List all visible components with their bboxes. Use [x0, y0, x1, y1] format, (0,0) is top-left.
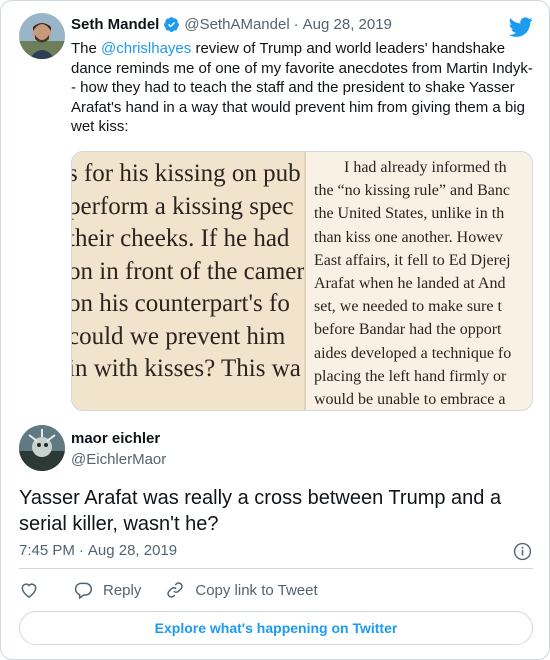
tweet-date[interactable]: Aug 28, 2019	[88, 542, 177, 559]
tweet-text: Yasser Arafat was really a cross between…	[19, 487, 502, 535]
book-line: before Bandar had the opport	[314, 321, 502, 339]
verified-badge-icon	[164, 17, 180, 32]
separator-dot: ·	[78, 542, 84, 559]
maor-eichler-avatar[interactable]	[19, 425, 65, 471]
book-line: I had already informed th	[344, 159, 507, 176]
embedded-tweet-card: Seth Mandel @SethAMandel · Aug 28, 2019 …	[0, 0, 550, 660]
book-line: could we prevent him	[72, 322, 286, 350]
book-line: would be unable to embrace a	[314, 391, 506, 409]
book-line: set, we needed to make sure t	[314, 298, 502, 316]
quoted-author-handle[interactable]: @SethAMandel	[184, 16, 289, 33]
heart-icon	[21, 583, 37, 598]
reply-bubble-icon	[74, 582, 93, 600]
quoted-author-name[interactable]: Seth Mandel	[71, 16, 159, 33]
link-icon	[167, 582, 184, 598]
info-icon[interactable]	[513, 542, 532, 561]
copy-link-label: Copy link to Tweet	[195, 581, 318, 599]
like-button[interactable]	[19, 580, 49, 600]
book-line: on in front of the camer	[72, 257, 304, 285]
quoted-tweet-date[interactable]: Aug 28, 2019	[303, 16, 392, 33]
quoted-tweet-header: Seth Mandel @SethAMandel · Aug 28, 2019	[71, 16, 392, 33]
quoted-tweet-text: The @chrislhayes review of Trump and wor…	[71, 39, 533, 137]
book-line: placing the left hand firmly or	[314, 367, 507, 385]
twitter-bird-icon[interactable]	[509, 15, 533, 39]
book-line: on his counterpart's fo	[72, 290, 290, 317]
separator-dot: ·	[293, 16, 299, 33]
book-line: in with kisses? This wa	[72, 355, 301, 382]
book-line: the United States, unlike in th	[314, 205, 505, 223]
book-line: East affairs, it fell to Ed Djerej	[314, 251, 511, 269]
book-page-left: s for his kissing on pub perform a kissi…	[72, 152, 304, 410]
book-line: than kiss one another. Howev	[314, 228, 503, 246]
reply-button[interactable]: Reply	[73, 580, 141, 600]
book-line: perform a kissing spec	[72, 192, 294, 220]
book-line: Arafat when he landed at And	[314, 275, 506, 293]
book-line: s for his kissing on pub	[72, 160, 301, 187]
quoted-text-start: The	[71, 40, 102, 57]
reply-author-name[interactable]: maor eichler	[71, 430, 160, 447]
tweet-actions: Reply Copy link to Tweet	[19, 580, 342, 600]
mention-link[interactable]: @chrislhayes	[101, 40, 191, 57]
copy-link-button[interactable]: Copy link to Tweet	[165, 580, 318, 600]
reply-author-handle[interactable]: @EichlerMaor	[71, 451, 166, 468]
reply-label: Reply	[103, 581, 142, 599]
explore-twitter-button[interactable]: Explore what's happening on Twitter	[19, 611, 533, 645]
book-line: their cheeks. If he had	[72, 225, 290, 252]
tweet-timestamp[interactable]: 7:45 PM · Aug 28, 2019	[19, 542, 177, 559]
book-line: the “no kissing rule” and Banc	[314, 182, 510, 200]
book-line: aides developed a technique fo	[314, 344, 512, 362]
book-page-right: I had already informed th the “no kissin…	[304, 152, 532, 410]
book-page-image[interactable]: s for his kissing on pub perform a kissi…	[71, 151, 533, 411]
tweet-time[interactable]: 7:45 PM	[19, 542, 75, 559]
divider	[19, 568, 533, 569]
seth-mandel-avatar[interactable]	[19, 13, 65, 59]
